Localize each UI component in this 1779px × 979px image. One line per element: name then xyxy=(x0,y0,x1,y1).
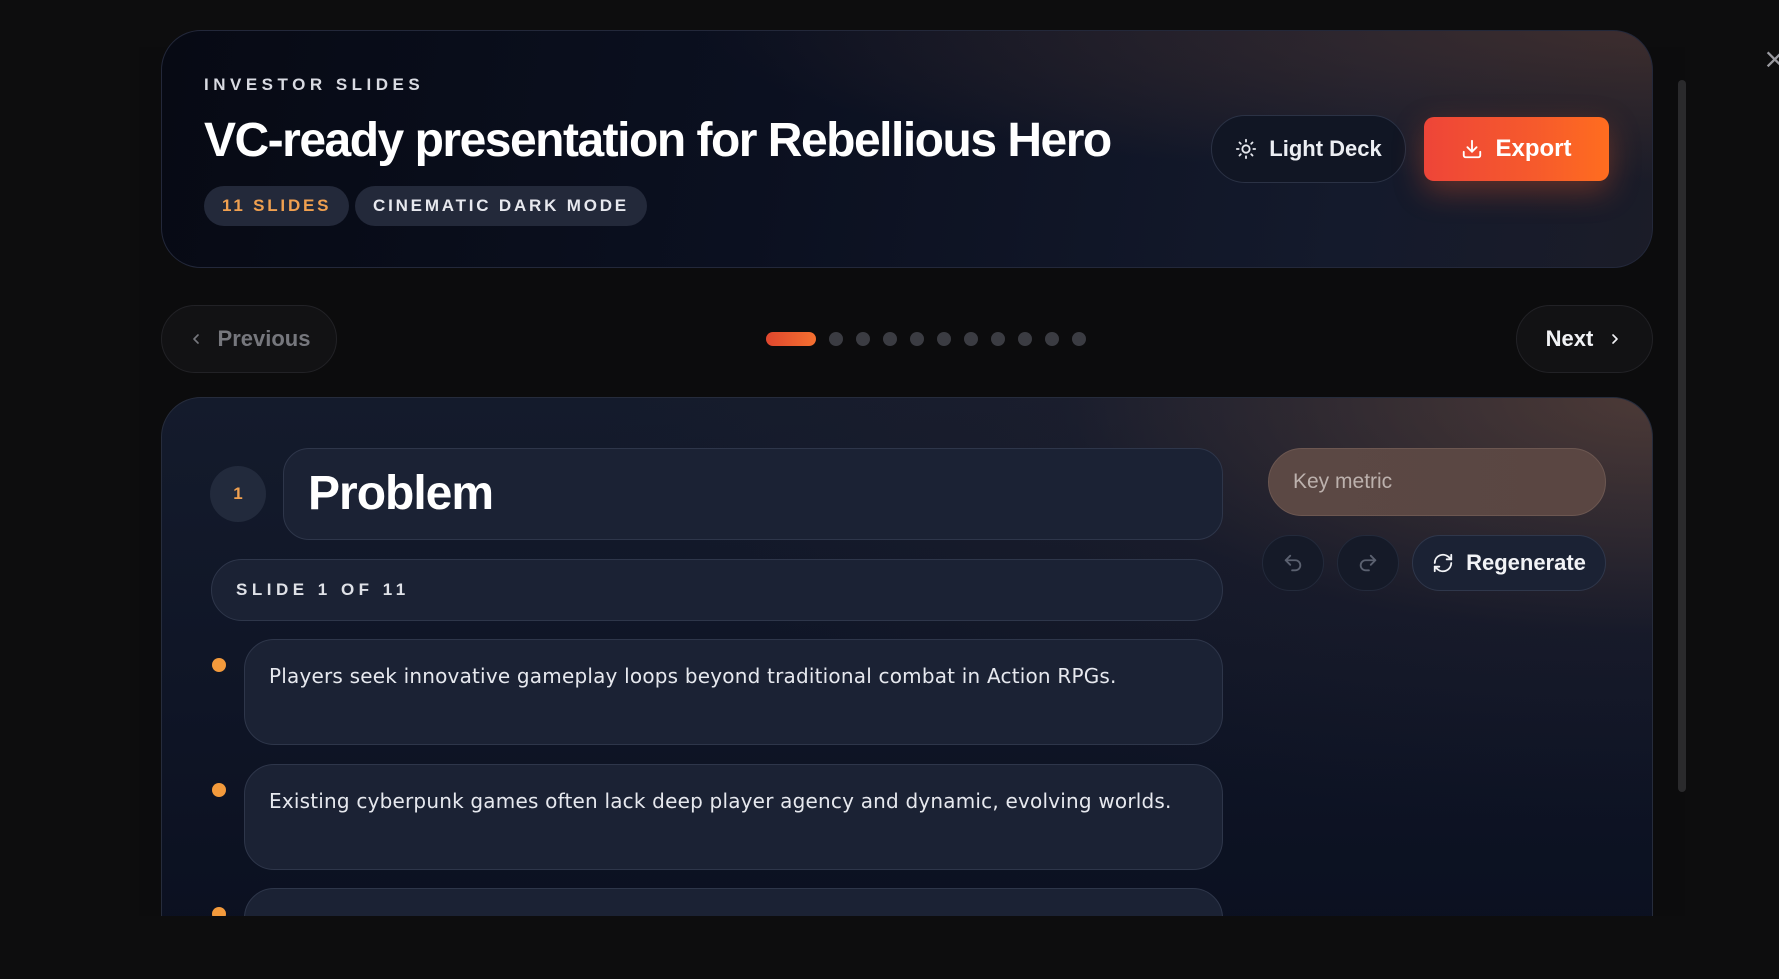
pagination-dot[interactable] xyxy=(991,332,1005,346)
bullet-input[interactable]: Players seek innovative gameplay loops b… xyxy=(244,639,1223,745)
download-icon xyxy=(1461,138,1483,160)
pagination-dot[interactable] xyxy=(1018,332,1032,346)
bullet-marker xyxy=(212,658,226,672)
pagination-dot[interactable] xyxy=(766,332,816,346)
light-deck-label: Light Deck xyxy=(1269,136,1382,161)
bullet-marker xyxy=(212,783,226,797)
slide-number-badge: 1 xyxy=(210,466,266,522)
pagination-dot[interactable] xyxy=(856,332,870,346)
redo-button[interactable] xyxy=(1337,535,1399,591)
chevron-right-icon xyxy=(1607,331,1623,347)
chevron-left-icon xyxy=(188,331,204,347)
pagination-dot[interactable] xyxy=(964,332,978,346)
light-deck-button[interactable]: Light Deck xyxy=(1211,115,1406,183)
slide-title-input[interactable]: Problem xyxy=(283,448,1223,540)
page-title: VC-ready presentation for Rebellious Her… xyxy=(204,114,1112,167)
scrollbar[interactable] xyxy=(1678,80,1686,792)
section-eyebrow: INVESTOR SLIDES xyxy=(204,75,425,94)
refresh-icon xyxy=(1432,552,1454,574)
pagination-dot[interactable] xyxy=(1072,332,1086,346)
export-label: Export xyxy=(1495,135,1572,162)
page-backdrop xyxy=(0,916,1779,979)
redo-icon xyxy=(1357,552,1379,574)
slide-subtitle-input[interactable]: SLIDE 1 OF 11 xyxy=(211,559,1223,621)
previous-label: Previous xyxy=(217,326,311,351)
undo-button[interactable] xyxy=(1262,535,1324,591)
regenerate-button[interactable]: Regenerate xyxy=(1412,535,1606,591)
pagination-dot[interactable] xyxy=(937,332,951,346)
pagination-dot[interactable] xyxy=(910,332,924,346)
export-button[interactable]: Export xyxy=(1424,117,1609,181)
pagination-dot[interactable] xyxy=(1045,332,1059,346)
undo-icon xyxy=(1282,552,1304,574)
slide-pagination xyxy=(766,332,1086,346)
previous-slide-button[interactable]: Previous xyxy=(161,305,337,373)
next-label: Next xyxy=(1545,326,1594,351)
key-metric-input[interactable]: Key metric xyxy=(1268,448,1606,516)
slide-count-badge: 11 SLIDES xyxy=(204,186,350,226)
next-slide-button[interactable]: Next xyxy=(1516,305,1653,373)
pagination-dot[interactable] xyxy=(883,332,897,346)
close-icon[interactable]: × xyxy=(1763,44,1779,74)
sun-icon xyxy=(1235,138,1257,160)
theme-mode-badge: CINEMATIC DARK MODE xyxy=(355,186,647,226)
pagination-dot[interactable] xyxy=(829,332,843,346)
regenerate-label: Regenerate xyxy=(1466,550,1586,575)
bullet-input[interactable]: Existing cyberpunk games often lack deep… xyxy=(244,764,1223,870)
